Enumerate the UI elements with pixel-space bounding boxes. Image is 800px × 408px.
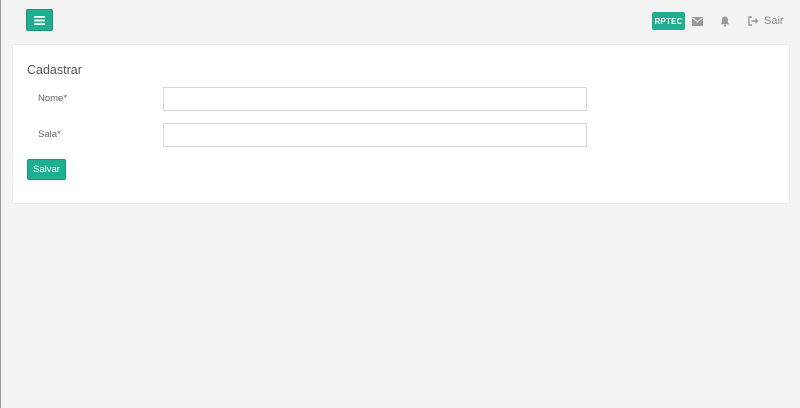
hamburger-icon [34,15,45,25]
envelope-icon [691,16,703,26]
topbar: RPTEC Sair [1,0,800,40]
form-title: Cadastrar [27,63,82,77]
logout-button[interactable]: Sair [748,13,784,29]
menu-toggle-button[interactable] [26,9,53,31]
sala-input[interactable] [163,123,587,147]
nome-input[interactable] [163,87,587,111]
notifications-button[interactable] [717,13,733,29]
page: RPTEC Sair Cadastrar Nome* Sala* Salvar [0,0,800,408]
sign-out-icon [748,16,759,26]
sala-label: Sala* [38,129,61,140]
user-badge[interactable]: RPTEC [652,12,685,30]
form-card: Cadastrar Nome* Sala* Salvar [12,44,790,204]
save-button[interactable]: Salvar [27,159,66,180]
bell-icon [720,16,730,27]
logout-label: Sair [764,15,784,27]
messages-button[interactable] [689,13,705,29]
nome-label: Nome* [38,93,68,104]
